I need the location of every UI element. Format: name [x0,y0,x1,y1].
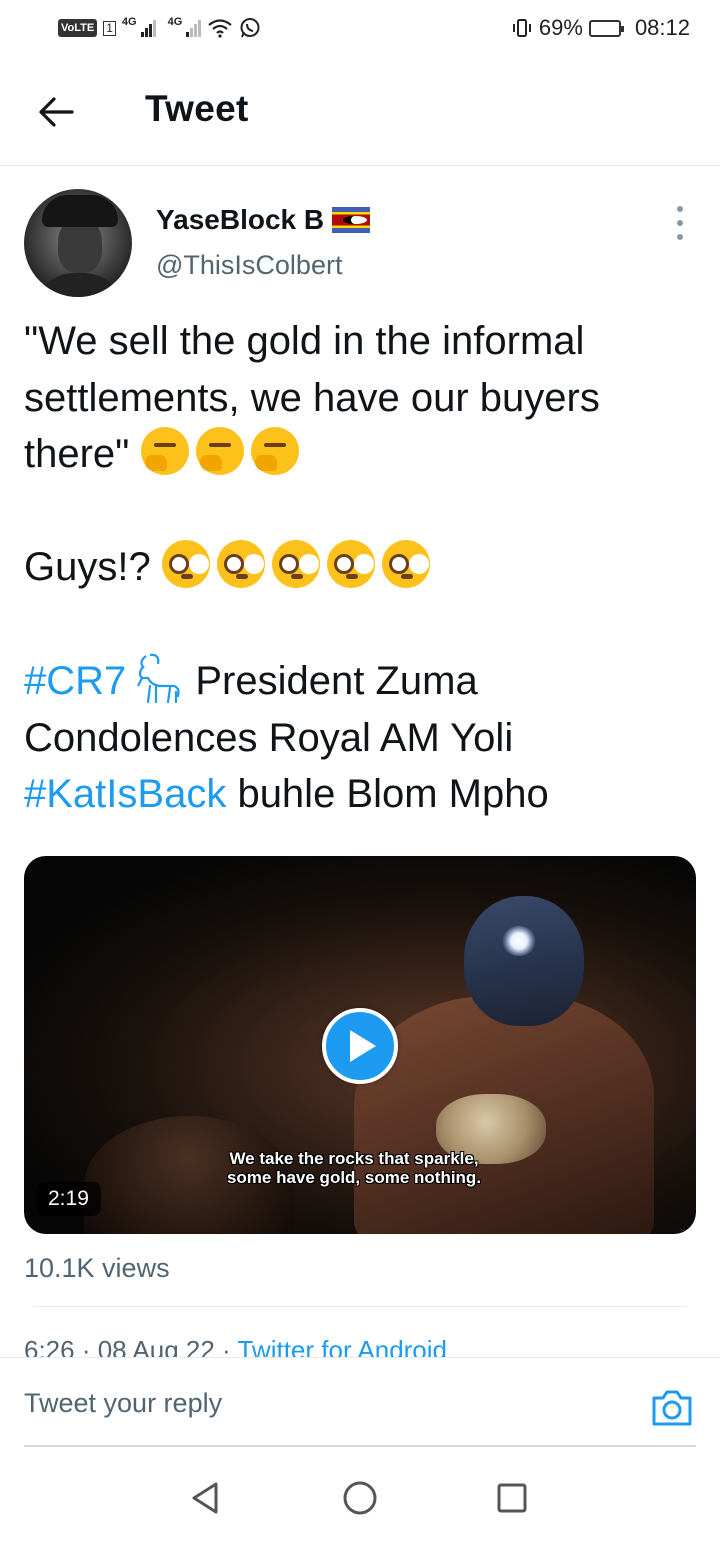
arrow-left-icon [39,97,74,127]
back-button[interactable] [36,92,76,132]
clock: 08:12 [634,15,690,40]
sim-indicator: 1 [103,20,116,36]
status-left: VoLTE 1 4G 4G [58,16,261,39]
more-dot [677,234,683,240]
wifi-icon [208,19,232,38]
subtitle-line-1: We take the rocks that sparkle, [229,1149,479,1168]
thinking-face-icon [195,427,244,475]
hashtag-paragraph: #CR7 President Zuma Condolences Royal AM… [24,652,694,823]
app-header: Tweet [0,56,720,166]
guys-paragraph: Guys!? [24,539,694,596]
hashtag-cr7[interactable]: #CR7 [24,659,126,703]
user-handle[interactable]: @ThisIsColbert [156,250,342,281]
thinking-face-icon [140,427,189,475]
flushed-face-icon [271,540,320,588]
flushed-face-icon [381,540,430,588]
tweet-metadata: 6:26 · 08 Aug 22 · Twitter for Android [24,1333,447,1357]
flushed-face-icon [326,540,375,588]
video-frame-lamp [502,926,536,956]
video-player[interactable]: We take the rocks that sparkle, some hav… [24,856,696,1234]
status-right: 69% 08:12 [511,15,690,41]
tweet-text: "We sell the gold in the informal settle… [24,313,694,823]
reply-input[interactable]: Tweet your reply [24,1383,624,1423]
vibrate-icon [512,19,531,37]
view-count: 10.1K views [24,1253,170,1283]
quote-text: "We sell the gold in the informal settle… [24,319,600,476]
more-dot [677,220,683,226]
subtitle-line-2: some have gold, some nothing. [226,1168,482,1187]
tweet-source-link[interactable]: Twitter for Android [237,1335,447,1357]
more-vertical-icon [677,206,683,212]
tweet-timestamp: 6:26 · 08 Aug 22 · [24,1335,238,1357]
camera-icon [652,1390,692,1426]
avatar-cap [42,195,118,227]
status-bar: VoLTE 1 4G 4G 69% 08:12 [0,0,720,56]
battery-percent: 69% [538,15,583,40]
author-name-row[interactable]: YaseBlock B [156,204,371,236]
guys-text: Guys!? [24,545,151,589]
hashtag-katisback[interactable]: #KatIsBack [24,772,226,816]
volte-badge: VoLTE [58,19,98,37]
display-name: YaseBlock B [156,204,325,235]
play-icon [350,1030,376,1062]
more-options-button[interactable] [666,206,694,240]
battery-icon [588,19,624,37]
avatar[interactable] [24,189,132,297]
avatar-shirt [34,273,124,297]
triangle-back-icon [192,1482,218,1514]
whatsapp-icon [240,18,260,38]
flushed-face-icon [161,540,210,588]
network-type-2: 4G [167,16,183,28]
trending-text-2: buhle Blom Mpho [226,772,549,816]
page-title: Tweet [145,88,249,129]
video-duration-badge: 2:19 [36,1182,101,1216]
signal-icon-2 [186,19,202,37]
goat-icon [137,653,180,704]
circle-home-icon [343,1481,377,1515]
play-button[interactable] [322,1008,398,1084]
divider [34,1306,686,1307]
flushed-face-icon [216,540,265,588]
eswatini-flag-icon [332,207,371,233]
system-recents-button[interactable] [492,1478,532,1518]
thinking-face-icon [250,427,299,475]
camera-button[interactable] [650,1388,694,1428]
system-home-button[interactable] [340,1478,380,1518]
quote-paragraph: "We sell the gold in the informal settle… [24,313,694,483]
signal-icon [140,19,156,37]
system-back-button[interactable] [186,1478,226,1518]
video-frame-helmet [464,896,584,1026]
tweet-detail-screen: VoLTE 1 4G 4G 69% 08:12 Tweet YaseBlock … [0,0,720,1541]
square-recents-icon [497,1483,527,1513]
video-subtitle: We take the rocks that sparkle, some hav… [144,1149,564,1187]
network-type-1: 4G [121,16,137,28]
